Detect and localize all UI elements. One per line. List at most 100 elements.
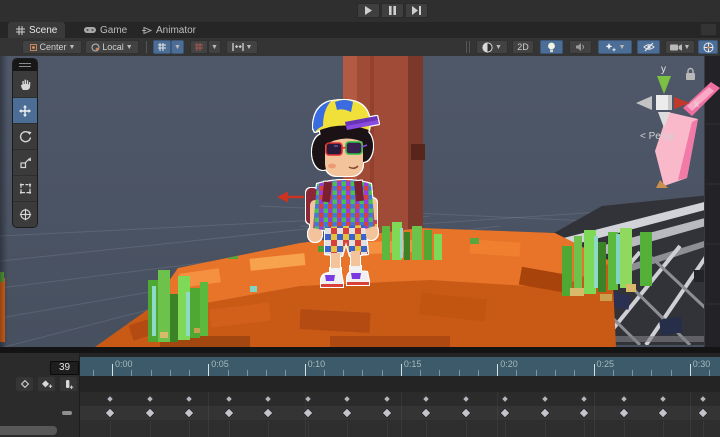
track-property-dash (62, 411, 72, 415)
scene-tools-overlay (12, 58, 38, 228)
tab-animator[interactable]: Animator (134, 22, 204, 38)
toolbar-separator (469, 41, 470, 53)
gizmo-x-cone[interactable] (674, 97, 690, 109)
horizontal-scrollbar-thumb[interactable] (0, 426, 57, 435)
grid-axis-icon (157, 42, 167, 52)
gizmo-y-cone[interactable] (657, 76, 671, 94)
collapsed-panel-fragment (700, 23, 717, 36)
chevron-down-icon: ▼ (211, 44, 218, 51)
view-orientation-gizmo[interactable]: y x < Persp (624, 58, 716, 144)
chevron-down-icon: ▼ (126, 44, 133, 51)
move-tool-button[interactable] (13, 97, 37, 123)
unity-editor-window: Scene Game Animator 0 Center ▼ Local ▼ (0, 0, 720, 437)
rect-tool-button[interactable] (13, 175, 37, 201)
rotate-icon (19, 130, 32, 143)
timeline-left-panel: 39 (0, 353, 80, 437)
effects-sparkle-icon (605, 42, 617, 53)
move-icon (18, 104, 32, 118)
toggle-2d-button[interactable]: 2D (512, 40, 534, 54)
gizmo-down-cone[interactable] (658, 112, 670, 128)
snap-range-icon (232, 42, 244, 52)
transform-icon (19, 208, 32, 221)
gamepad-icon (84, 26, 96, 34)
lock-icon (686, 69, 695, 81)
handle-orientation-dropdown[interactable]: Local ▼ (85, 40, 139, 54)
local-axis-icon (91, 43, 100, 52)
scene-view-toolbar: Center ▼ Local ▼ ▼ ▼ ▼ (0, 38, 720, 57)
hand-tool-button[interactable] (13, 71, 37, 97)
scene-camera-dropdown[interactable]: ▼ (665, 40, 695, 54)
snap-grid-icon (194, 42, 204, 52)
add-keyframe-outline-button[interactable] (16, 377, 33, 391)
shaded-sphere-icon (482, 42, 493, 53)
character-sprite[interactable] (301, 96, 393, 294)
keyframe-add-icon (41, 379, 53, 389)
scene-audio-toggle[interactable] (569, 40, 592, 54)
scene-grid-icon (16, 26, 25, 35)
grid-visibility-dropdown[interactable]: ▼ (171, 40, 184, 54)
gizmo-projection-label: < Persp (640, 131, 675, 142)
chevron-down-icon: ▼ (495, 44, 502, 51)
overlay-drag-handle[interactable] (13, 59, 37, 71)
scene-effects-dropdown[interactable]: ▼ (598, 40, 632, 54)
keyframe-outline-icon (20, 379, 30, 389)
chevron-down-icon: ▼ (684, 44, 691, 51)
timeline-ruler[interactable] (80, 357, 720, 376)
scene-lighting-toggle[interactable] (540, 40, 563, 54)
rotate-tool-button[interactable] (13, 123, 37, 149)
handle-orientation-label: Local (102, 42, 124, 52)
add-event-button[interactable] (60, 377, 77, 391)
main-toolbar (0, 0, 720, 23)
step-icon (412, 6, 422, 15)
play-icon (364, 6, 373, 15)
scene-visibility-toggle[interactable] (637, 40, 660, 54)
chevron-down-icon: ▼ (619, 44, 626, 51)
event-marker-icon (63, 379, 74, 390)
scale-icon (19, 156, 32, 169)
pivot-mode-dropdown[interactable]: Center ▼ (22, 40, 82, 54)
timeline-empty-area (80, 420, 720, 437)
tab-game[interactable]: Game (76, 22, 135, 38)
pivot-mode-label: Center (40, 42, 67, 52)
gizmo-left-cone[interactable] (636, 96, 652, 110)
scale-tool-button[interactable] (13, 149, 37, 175)
chevron-down-icon: ▼ (69, 44, 76, 51)
gizmo-y-label: y (661, 64, 666, 75)
eye-slash-icon (643, 42, 655, 52)
timeline-header-row (80, 376, 720, 392)
snap-increment-button[interactable] (190, 40, 208, 54)
shading-mode-dropdown[interactable]: ▼ (476, 40, 508, 54)
toolbar-separator (466, 41, 467, 53)
toggle-2d-label: 2D (517, 42, 529, 52)
step-button[interactable] (405, 3, 428, 18)
tab-game-label: Game (100, 25, 127, 36)
add-keyframe-button[interactable] (38, 377, 55, 391)
tab-animator-label: Animator (156, 25, 196, 36)
toolbar-separator (146, 41, 147, 53)
camera-icon (670, 43, 682, 52)
gizmos-dropdown[interactable] (698, 40, 718, 54)
sneakers (321, 271, 369, 287)
window-tab-bar: Scene Game Animator (0, 22, 720, 38)
current-frame-field[interactable]: 39 (50, 361, 79, 375)
tab-scene-label: Scene (29, 25, 57, 36)
pivot-icon (29, 43, 38, 52)
play-button[interactable] (357, 3, 380, 18)
move-gizmo-x-arrow[interactable] (276, 189, 306, 205)
chevron-down-icon: ▼ (246, 44, 253, 51)
hand-icon (19, 78, 32, 91)
chevron-down-icon: ▼ (174, 44, 181, 51)
rect-icon (19, 182, 32, 195)
transform-tool-button[interactable] (13, 201, 37, 227)
gizmo-x-label: x (694, 99, 699, 110)
snap-settings-dropdown[interactable]: ▼ (226, 40, 258, 54)
lightbulb-icon (547, 42, 556, 53)
sunglasses (326, 142, 367, 155)
speaker-muted-icon (575, 42, 586, 52)
animator-icon (142, 26, 152, 35)
tab-scene[interactable]: Scene (8, 22, 65, 38)
pause-icon (388, 6, 397, 15)
snap-increment-dropdown[interactable]: ▼ (208, 40, 221, 54)
pause-button[interactable] (381, 3, 404, 18)
grid-visibility-button[interactable] (153, 40, 171, 54)
